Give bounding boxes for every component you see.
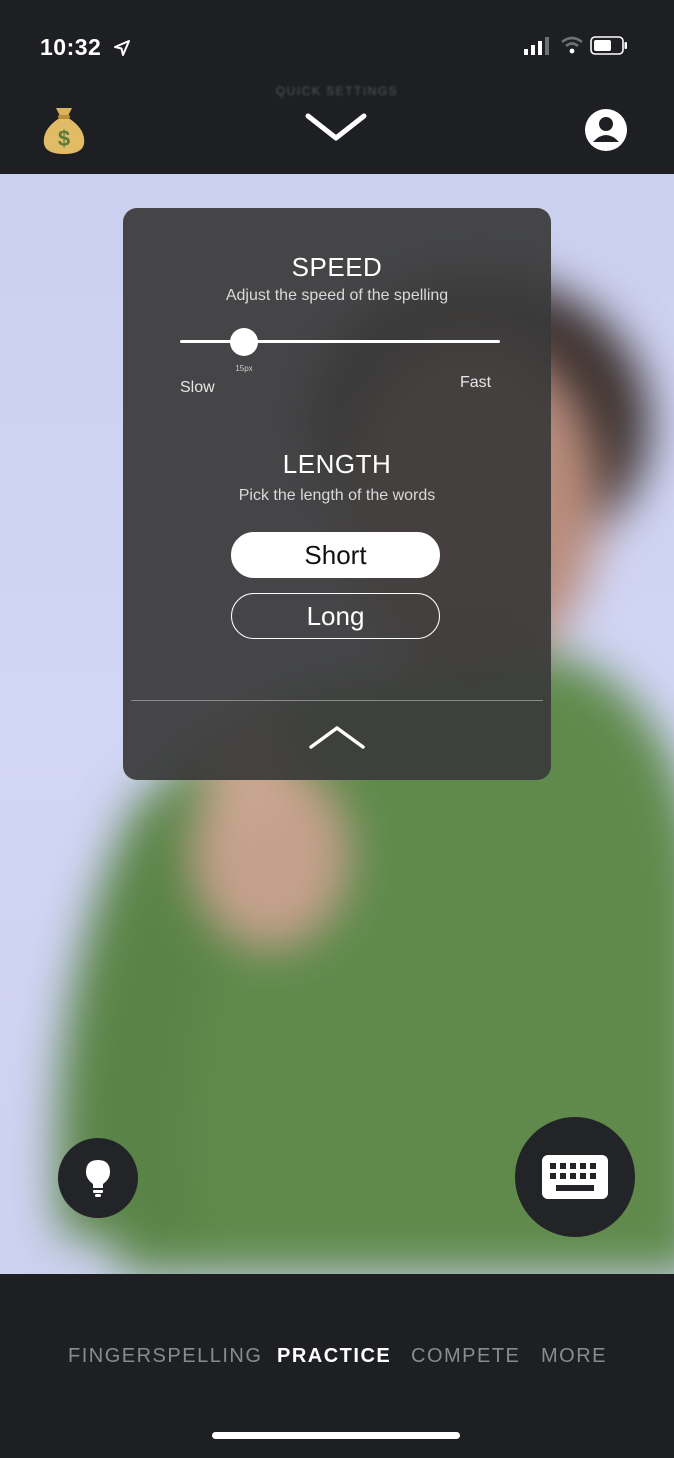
keyboard-button[interactable] xyxy=(515,1117,635,1237)
speed-subtitle: Adjust the speed of the spelling xyxy=(225,287,449,304)
length-title: LENGTH xyxy=(282,449,392,479)
nav-compete[interactable]: COMPETE xyxy=(411,1345,520,1368)
wifi-icon xyxy=(561,36,583,54)
quick-settings-label: QUICK SETTINGS xyxy=(275,84,399,98)
keyboard-icon xyxy=(542,1155,608,1199)
svg-text:$: $ xyxy=(58,126,70,151)
nav-practice[interactable]: PRACTICE xyxy=(277,1345,391,1368)
battery-icon xyxy=(590,36,627,55)
speed-slider-thumb[interactable] xyxy=(230,328,258,356)
chevron-down-icon[interactable] xyxy=(303,110,369,144)
lightbulb-icon xyxy=(86,1160,110,1197)
speed-slider-track[interactable] xyxy=(180,340,500,343)
status-bar: 10:32 xyxy=(0,0,674,90)
bottom-nav: FINGERSPELLING PRACTICE COMPETE MORE xyxy=(0,1274,674,1458)
signal-icon xyxy=(524,37,549,55)
chevron-up-icon[interactable] xyxy=(307,722,367,752)
speed-min-label: Slow xyxy=(180,379,215,396)
length-option-long[interactable]: Long xyxy=(231,593,440,639)
quick-settings-panel: SPEED Adjust the speed of the spelling 1… xyxy=(123,208,551,780)
speed-slider-value: 15px xyxy=(235,364,253,373)
length-option-short[interactable]: Short xyxy=(231,532,440,578)
home-indicator[interactable] xyxy=(212,1432,460,1439)
status-time: 10:32 xyxy=(40,34,102,60)
hint-button[interactable] xyxy=(58,1138,138,1218)
profile-icon[interactable] xyxy=(584,108,628,152)
nav-fingerspelling[interactable]: FINGERSPELLING xyxy=(68,1345,262,1368)
speed-max-label: Fast xyxy=(460,374,492,391)
speed-title: SPEED xyxy=(291,252,383,282)
panel-divider xyxy=(131,700,543,701)
length-subtitle: Pick the length of the words xyxy=(238,487,436,504)
top-bar: QUICK SETTINGS $ xyxy=(0,84,674,174)
money-bag-icon[interactable]: $ xyxy=(38,104,90,156)
location-arrow-icon xyxy=(114,40,130,56)
nav-more[interactable]: MORE xyxy=(541,1345,607,1368)
